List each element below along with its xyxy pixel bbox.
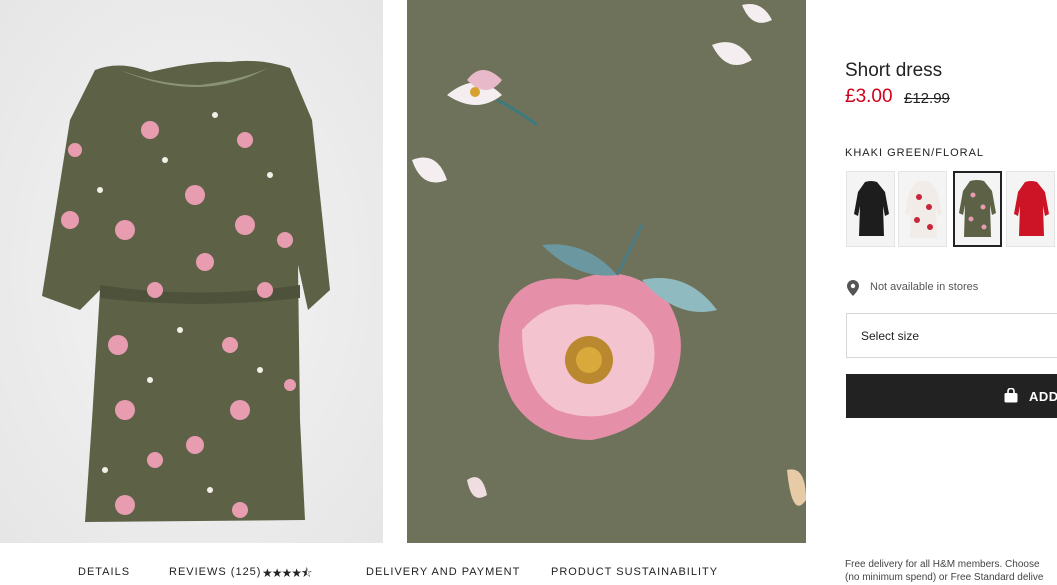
swatch-red-image: [1007, 172, 1054, 246]
tab-product-sustainability[interactable]: PRODUCT SUSTAINABILITY: [551, 566, 718, 578]
swatch-red[interactable]: [1006, 171, 1055, 247]
price-original: £12.99: [904, 90, 950, 107]
add-to-bag-label: ADD: [1029, 389, 1057, 404]
add-to-bag-button[interactable]: [846, 374, 1057, 418]
delivery-note: Free delivery for all H&M members. Choos…: [845, 558, 1043, 584]
selected-color-name: KHAKI GREEN/FLORAL: [845, 147, 985, 159]
product-title: Short dress: [845, 60, 943, 81]
price-current: £3.00: [845, 86, 893, 107]
swatch-khaki-floral-image: [955, 173, 1000, 245]
fabric-detail-illustration: [407, 0, 806, 543]
shopping-bag-icon: [1004, 387, 1018, 408]
product-image-zoom[interactable]: [407, 0, 806, 543]
rating-stars: ★★★★⯪: [262, 566, 312, 580]
tab-delivery-payment[interactable]: DELIVERY AND PAYMENT: [366, 566, 520, 578]
tab-reviews[interactable]: REVIEWS (125): [169, 566, 261, 578]
swatch-black[interactable]: [846, 171, 895, 247]
swatch-khaki-floral[interactable]: [953, 171, 1002, 247]
product-image-main[interactable]: [0, 0, 383, 543]
swatch-white-floral-image: [899, 172, 946, 246]
dress-illustration: [0, 0, 383, 543]
tab-details[interactable]: DETAILS: [78, 566, 130, 578]
delivery-note-line-2: (no minimum spend) or Free Standard deli…: [845, 572, 1044, 583]
store-availability-text: Not available in stores: [870, 281, 979, 293]
swatch-white-floral[interactable]: [898, 171, 947, 247]
size-select-label: Select size: [861, 329, 920, 343]
swatch-black-image: [847, 172, 894, 246]
delivery-note-line-1: Free delivery for all H&M members. Choos…: [845, 559, 1040, 570]
location-pin-icon: [847, 280, 859, 301]
